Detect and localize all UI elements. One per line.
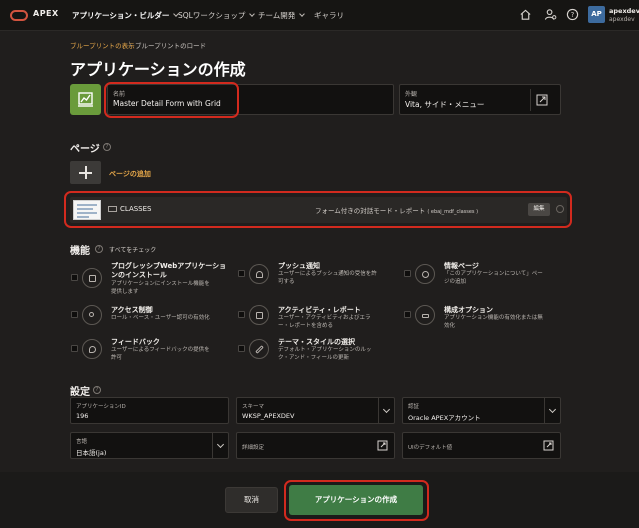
feature-theme-desc: デフォルト・アプリケーションのルッ ク・アンド・フィールの更新	[278, 347, 372, 361]
feedback-icon	[82, 339, 102, 359]
schema-select[interactable]: スキーマ WKSP_APEXDEV	[236, 397, 395, 424]
nav-team-dev-label: チーム開発	[258, 11, 296, 20]
app-id-input[interactable]: 196	[76, 412, 88, 420]
ui-defaults-field[interactable]: UIのデフォルト値	[402, 432, 561, 459]
pages-help-icon[interactable]: ?	[103, 143, 111, 151]
auth-label: 認証	[408, 404, 420, 410]
app-icon-picker[interactable]	[70, 84, 101, 115]
auth-value: Oracle APEXアカウント	[408, 414, 481, 422]
add-page-button[interactable]	[70, 161, 101, 184]
user-settings-icon[interactable]	[544, 8, 557, 21]
language-select[interactable]: 言語 日本語(ja)	[70, 432, 229, 459]
feature-pwa-title: プログレッシブWebアプリケーショ ンのインストール	[111, 262, 227, 279]
config-sliders-icon	[415, 305, 435, 325]
feature-pwa-checkbox[interactable]	[71, 274, 78, 281]
avatar[interactable]: AP	[588, 6, 605, 23]
feature-feedback-checkbox[interactable]	[71, 345, 78, 352]
app-id-label: アプリケーションID	[76, 404, 126, 410]
feature-theme-title: テーマ・スタイルの選択	[278, 338, 355, 346]
feature-access-desc: ロール・ベース・ユーザー認可の有効化	[111, 315, 210, 321]
advanced-settings-field[interactable]: 詳細設定	[236, 432, 395, 459]
brush-icon	[249, 339, 269, 359]
cancel-button[interactable]: 取消	[225, 487, 278, 513]
settings-help-icon[interactable]: ?	[93, 386, 101, 394]
pwa-install-icon	[82, 268, 102, 288]
pages-heading: ページ	[70, 144, 100, 155]
check-all-link[interactable]: すべてをチェック	[109, 245, 156, 254]
chevron-down-icon[interactable]	[544, 398, 560, 423]
chevron-down-icon[interactable]	[212, 433, 228, 458]
feature-access-checkbox[interactable]	[71, 311, 78, 318]
advanced-settings-label: 詳細設定	[242, 445, 265, 451]
page-title: アプリケーションの作成	[70, 60, 246, 79]
nav-gallery[interactable]: ギャラリ	[314, 10, 344, 21]
add-page-label[interactable]: ページの追加	[109, 169, 151, 179]
feature-config-desc: アプリケーション機能の有効化または無 効化	[444, 315, 543, 329]
feature-feedback-title: フィードバック	[111, 338, 160, 346]
oracle-logo-icon[interactable]	[10, 10, 28, 21]
info-icon	[415, 264, 435, 284]
create-button-highlight	[284, 480, 429, 521]
feature-about-title: 情報ページ	[444, 262, 479, 270]
chevron-down-icon[interactable]	[378, 398, 394, 423]
feature-about-checkbox[interactable]	[404, 270, 411, 277]
feature-activity-title: アクティビティ・レポート	[278, 306, 361, 314]
auth-select[interactable]: 認証 Oracle APEXアカウント	[402, 397, 561, 424]
popup-icon[interactable]	[541, 438, 556, 453]
nav-app-builder[interactable]: アプリケーション・ビルダー	[72, 10, 180, 21]
schema-value: WKSP_APEXDEV	[242, 412, 295, 420]
activity-report-icon	[249, 305, 269, 325]
feature-config-checkbox[interactable]	[404, 311, 411, 318]
features-help-icon[interactable]: ?	[95, 245, 103, 253]
user-workspace: apexdev	[609, 16, 635, 23]
nav-gallery-label: ギャラリ	[314, 11, 344, 20]
app-chart-icon	[78, 92, 93, 107]
help-icon[interactable]: ?	[566, 8, 579, 21]
language-value: 日本語(ja)	[76, 449, 107, 457]
key-icon	[82, 305, 102, 325]
ui-defaults-label: UIのデフォルト値	[408, 445, 453, 451]
svg-text:?: ?	[571, 11, 575, 19]
feature-theme-checkbox[interactable]	[238, 345, 245, 352]
feature-pwa-desc: アプリケーションにインストール機能を 提供します	[111, 281, 210, 295]
features-heading: 機能	[70, 246, 90, 257]
popup-icon[interactable]	[375, 438, 390, 453]
feature-feedback-desc: ユーザーによるフィードバックの提供を 許可	[111, 347, 210, 361]
feature-push-title: プッシュ通知	[278, 262, 320, 270]
feature-access-title: アクセス制御	[111, 306, 153, 314]
user-name[interactable]: apexdev	[609, 7, 639, 15]
schema-label: スキーマ	[242, 404, 265, 410]
brand-name[interactable]: APEX	[33, 9, 59, 18]
feature-config-title: 構成オプション	[444, 306, 493, 314]
feature-about-desc: 「このアプリケーションについて」ペー ジの追加	[444, 271, 543, 285]
breadcrumb-current: ブループリントのロード	[135, 42, 207, 50]
chevron-down-icon	[299, 11, 306, 17]
bell-icon	[249, 264, 269, 284]
nav-app-builder-label: アプリケーション・ビルダー	[72, 11, 170, 20]
appearance-value: Vita, サイド・メニュー	[405, 100, 485, 109]
nav-sql-workshop-label: SQLワークショップ	[178, 11, 246, 20]
feature-push-checkbox[interactable]	[238, 270, 245, 277]
feature-push-desc: ユーザーによるプッシュ通知の受信を許 可する	[278, 271, 377, 285]
appearance-edit-button[interactable]	[530, 89, 552, 111]
appearance-label: 外観	[405, 91, 418, 98]
appearance-field[interactable]: 外観 Vita, サイド・メニュー	[399, 84, 561, 115]
top-bar: APEX アプリケーション・ビルダー SQLワークショップ チーム開発 ギャラリ…	[0, 0, 639, 31]
settings-heading: 設定	[70, 387, 90, 398]
nav-team-dev[interactable]: チーム開発	[258, 10, 306, 21]
nav-sql-workshop[interactable]: SQLワークショップ	[178, 10, 256, 21]
popup-icon	[536, 94, 548, 106]
name-highlight	[104, 82, 239, 118]
breadcrumb-link[interactable]: ブループリントの表示	[70, 40, 135, 50]
home-icon[interactable]	[519, 8, 532, 21]
app-id-field[interactable]: アプリケーションID 196	[70, 397, 229, 424]
page-item-highlight	[64, 191, 572, 228]
language-label: 言語	[76, 439, 88, 445]
chevron-down-icon	[249, 11, 256, 17]
feature-activity-desc: ユーザー・アクティビティおよびエラ ー・レポートを含める	[278, 315, 371, 329]
breadcrumb-separator: \	[129, 40, 132, 48]
feature-activity-checkbox[interactable]	[238, 311, 245, 318]
